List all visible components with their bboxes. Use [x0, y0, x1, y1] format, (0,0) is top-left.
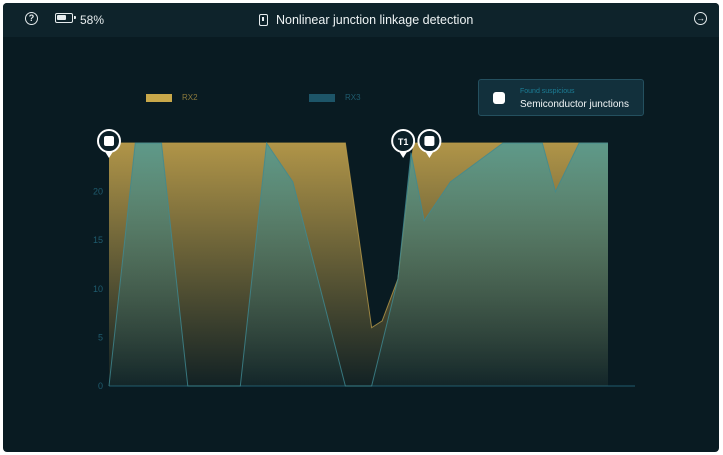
y-tick-label: 10 [93, 284, 103, 294]
y-tick-label: 20 [93, 187, 103, 197]
semiconductor-icon [424, 136, 435, 146]
marker-label: T1 [398, 137, 409, 147]
y-tick-label: 5 [98, 332, 103, 342]
junction-area-chart: 0 5 10 15 20 T1 [93, 129, 635, 391]
semiconductor-icon [104, 136, 114, 146]
app-screen: ? 58% Nonlinear junction linkage detecti… [3, 3, 719, 452]
y-tick-label: 0 [98, 381, 103, 391]
y-tick-label: 15 [93, 235, 103, 245]
